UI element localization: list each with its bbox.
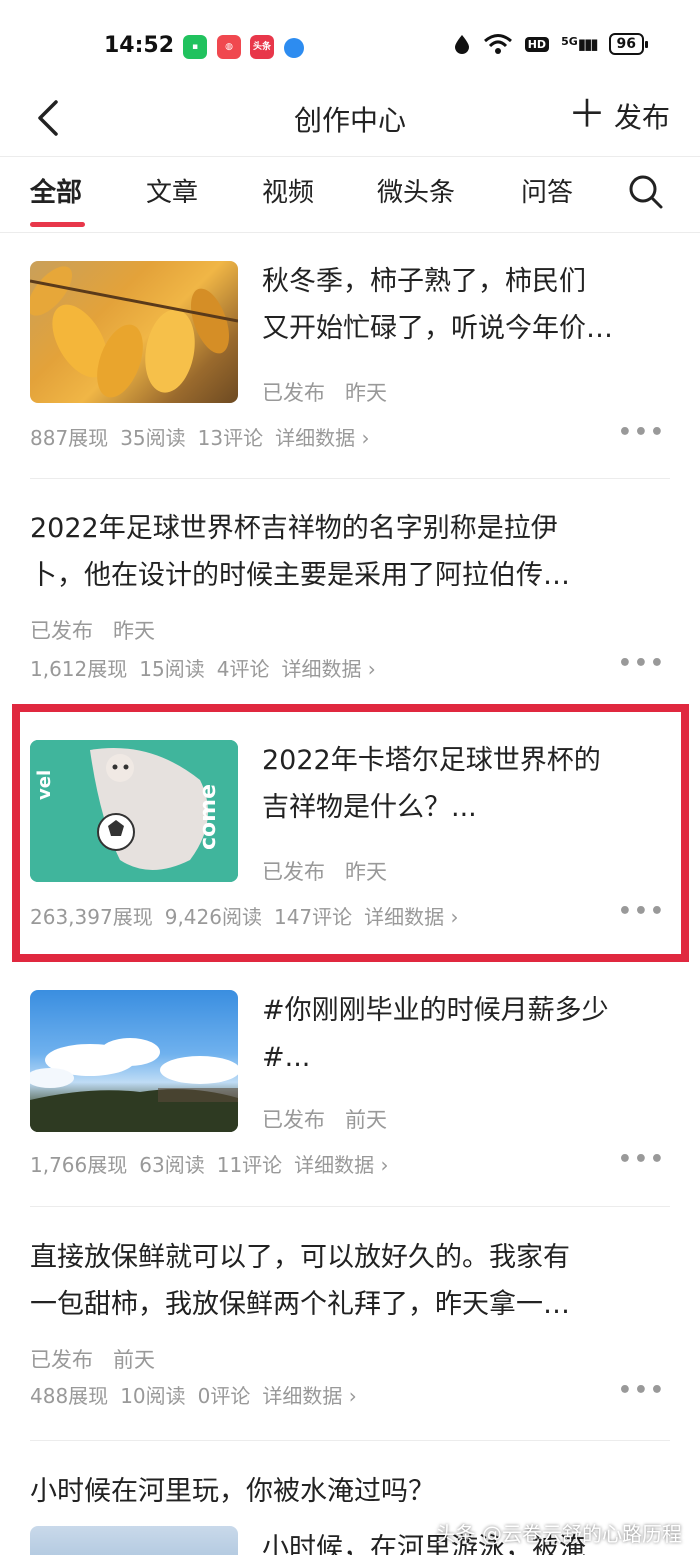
impressions: 488展现 xyxy=(30,1384,109,1408)
details-link[interactable]: 详细数据 › xyxy=(262,1384,356,1408)
more-icon[interactable]: ••• xyxy=(618,1378,666,1403)
comments: 13评论 xyxy=(197,426,264,450)
reads: 10阅读 xyxy=(120,1384,186,1408)
header: 创作中心 ＋ 发布 xyxy=(0,90,700,154)
item-meta: 已发布 昨天 xyxy=(30,619,156,643)
hd-icon: HD xyxy=(524,36,550,52)
more-icon[interactable]: ••• xyxy=(618,899,666,924)
comments: 0评论 xyxy=(197,1384,251,1408)
plus-icon: ＋ xyxy=(567,92,606,136)
tab-all[interactable]: 全部 xyxy=(30,172,82,209)
details-link[interactable]: 详细数据 › xyxy=(294,1153,388,1177)
more-icon[interactable]: ••• xyxy=(618,651,666,676)
item-stats: 1,612展现 15阅读 4评论 详细数据 › xyxy=(30,653,388,682)
world-cup-mascot-image: come vel xyxy=(30,740,238,882)
impressions: 263,397展现 xyxy=(30,905,153,929)
item-title[interactable]: 直接放保鲜就可以了，可以放好久的。我家有 一包甜柿，我放保鲜两个礼拜了，昨天拿一… xyxy=(30,1234,675,1328)
toutiao-app-icon: 头条 xyxy=(250,35,274,59)
reads: 15阅读 xyxy=(139,657,205,681)
watermark: 头条 @云卷云舒的心路历程 xyxy=(435,1522,682,1546)
list-item[interactable]: #你刚刚毕业的时候月薪多少 #... 已发布 前天 1,766展现 63阅读 11评… xyxy=(0,987,700,1197)
item-title[interactable]: #你刚刚毕业的时候月薪多少 #... xyxy=(262,987,672,1081)
header-divider xyxy=(0,156,700,157)
signal-icon: 5G▮▮▮ xyxy=(561,35,598,53)
tabs-divider xyxy=(0,232,700,233)
list-item[interactable]: 直接放保鲜就可以了，可以放好久的。我家有 一包甜柿，我放保鲜两个礼拜了，昨天拿一… xyxy=(0,1234,700,1414)
item-title[interactable]: 2022年足球世界杯吉祥物的名字别称是拉伊 卜，他在设计的时候主要是采用了阿拉伯… xyxy=(30,505,675,599)
svg-text:come: come xyxy=(196,784,221,850)
tab-articles[interactable]: 文章 xyxy=(146,172,198,209)
divider xyxy=(30,478,670,479)
tab-bar: 全部 文章 视频 微头条 问答 xyxy=(0,172,700,232)
list-item[interactable]: come vel 2022年卡塔尔足球世界杯的 吉祥物是什么？... 已发布 昨… xyxy=(0,737,700,937)
search-icon[interactable] xyxy=(628,174,664,210)
blue-sky-clouds-image xyxy=(30,990,238,1132)
item-meta: 已发布 前天 xyxy=(30,1348,156,1372)
comments: 147评论 xyxy=(273,905,353,929)
details-link[interactable]: 详细数据 › xyxy=(281,657,375,681)
reads: 9,426阅读 xyxy=(164,905,262,929)
item-meta: 已发布 前天 xyxy=(262,1108,388,1132)
impressions: 1,612展现 xyxy=(30,657,128,681)
item-meta: 已发布 昨天 xyxy=(262,860,388,884)
svg-text:vel: vel xyxy=(34,770,55,800)
item-stats: 1,766展现 63阅读 11评论 详细数据 › xyxy=(30,1149,401,1178)
item-title[interactable]: 2022年卡塔尔足球世界杯的 吉祥物是什么？... xyxy=(262,737,672,831)
divider xyxy=(30,1206,670,1207)
tab-micro-posts[interactable]: 微头条 xyxy=(377,172,455,209)
impressions: 1,766展现 xyxy=(30,1153,128,1177)
item-thumbnail xyxy=(30,1526,238,1555)
active-tab-indicator xyxy=(30,222,85,227)
divider xyxy=(30,1440,670,1441)
item-meta: 已发布 昨天 xyxy=(262,381,388,405)
list-item[interactable]: 2022年足球世界杯吉祥物的名字别称是拉伊 卜，他在设计的时候主要是采用了阿拉伯… xyxy=(0,505,700,685)
list-item[interactable]: 秋冬季，柿子熟了，柿民们 又开始忙碌了，听说今年价… 已发布 昨天 887展现 3… xyxy=(0,258,700,478)
comments: 4评论 xyxy=(216,657,270,681)
item-title[interactable]: 小时候在河里玩，你被水淹过吗？ xyxy=(30,1468,675,1518)
item-title[interactable]: 秋冬季，柿子熟了，柿民们 又开始忙碌了，听说今年价… xyxy=(262,258,672,352)
item-stats: 488展现 10阅读 0评论 详细数据 › xyxy=(30,1380,369,1409)
gallery-app-icon: ◍ xyxy=(217,35,241,59)
status-indicators: HD 5G▮▮▮ 96 xyxy=(453,33,649,55)
tab-qa[interactable]: 问答 xyxy=(521,172,573,209)
wifi-icon xyxy=(483,34,512,54)
item-stats: 887展现 35阅读 13评论 详细数据 › xyxy=(30,422,381,451)
details-link[interactable]: 详细数据 › xyxy=(275,426,369,450)
more-icon[interactable]: ••• xyxy=(618,420,666,445)
publish-label: 发布 xyxy=(613,101,670,134)
details-link[interactable]: 详细数据 › xyxy=(364,905,458,929)
persimmon-tree-image xyxy=(30,261,238,403)
publish-button[interactable]: ＋ 发布 xyxy=(567,92,670,136)
more-icon[interactable]: ••• xyxy=(618,1147,666,1172)
battery-icon: 96 xyxy=(608,33,649,55)
data-saver-icon xyxy=(454,35,469,54)
comments: 11评论 xyxy=(216,1153,283,1177)
reads: 63阅读 xyxy=(139,1153,205,1177)
circle-app-icon xyxy=(284,38,304,58)
chat-app-icon: ▪ xyxy=(183,35,207,59)
reads: 35阅读 xyxy=(120,426,186,450)
impressions: 887展现 xyxy=(30,426,109,450)
tab-videos[interactable]: 视频 xyxy=(262,172,314,209)
item-stats: 263,397展现 9,426阅读 147评论 详细数据 › xyxy=(30,901,471,930)
status-bar: 14:52 ▪ ◍ 头条 HD 5G▮▮▮ 96 xyxy=(0,0,700,90)
status-time: 14:52 xyxy=(104,33,175,58)
